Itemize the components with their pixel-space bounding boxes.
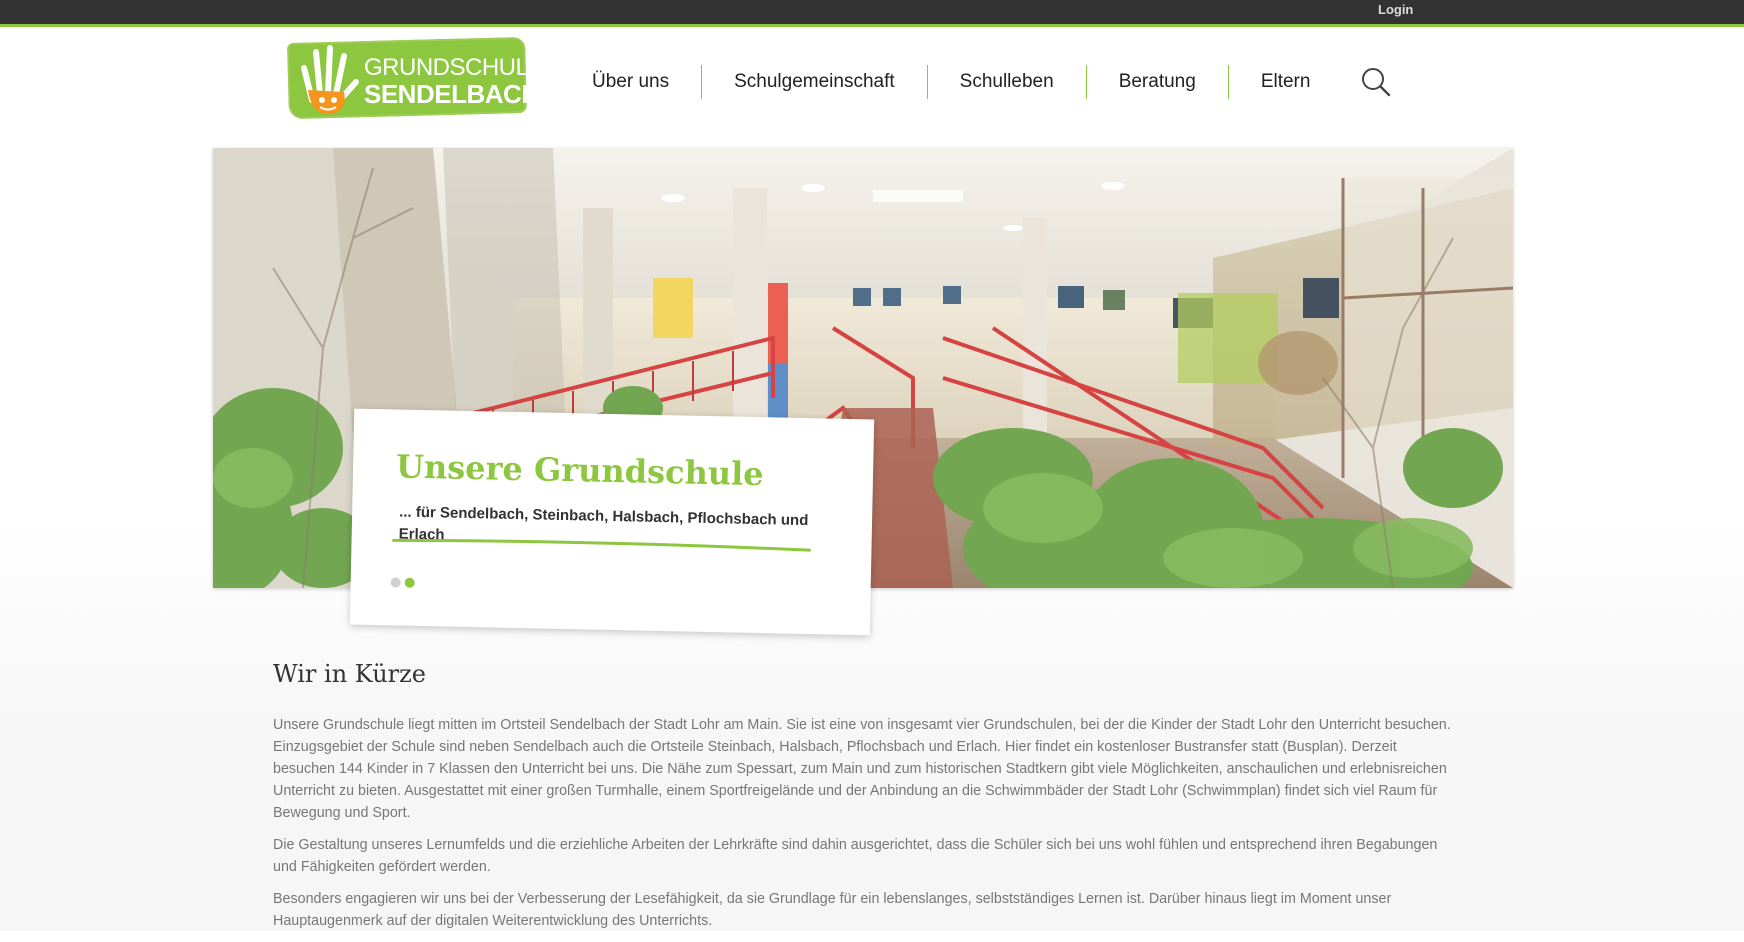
login-link[interactable]: Login xyxy=(1378,2,1413,17)
section-heading: Wir in Kürze xyxy=(273,660,426,688)
hand-icon xyxy=(301,45,359,115)
top-bar: Login xyxy=(0,0,1744,27)
nav-item-ueber-uns[interactable]: Über uns xyxy=(560,65,701,99)
intro-text: Unsere Grundschule liegt mitten im Ortst… xyxy=(273,714,1453,942)
intro-paragraph-3: Besonders engagieren wir uns bei der Ver… xyxy=(273,891,1392,929)
school-logo[interactable]: GRUNDSCHULE SENDELBACH xyxy=(287,36,544,120)
main-navigation: Über uns Schulgemeinschaft Schulleben Be… xyxy=(560,60,1342,104)
nav-item-eltern[interactable]: Eltern xyxy=(1227,65,1343,99)
slider-dot-1[interactable] xyxy=(390,577,401,588)
nav-item-schulleben[interactable]: Schulleben xyxy=(926,65,1086,99)
search-button[interactable] xyxy=(1360,66,1392,98)
nav-item-schulgemeinschaft[interactable]: Schulgemeinschaft xyxy=(701,65,927,99)
hero-title: Unsere Grundschule xyxy=(395,447,764,494)
slider-pagination xyxy=(390,577,415,588)
nav-item-beratung[interactable]: Beratung xyxy=(1085,65,1228,99)
intro-paragraph-2: Die Gestaltung unseres Lernumfelds und d… xyxy=(273,837,1438,875)
intro-paragraph-1: Unsere Grundschule liegt mitten im Ortst… xyxy=(273,717,1451,821)
hero-caption-card: Unsere Grundschule ... für Sendelbach, S… xyxy=(349,408,875,636)
logo-text-line1: GRUNDSCHULE xyxy=(364,54,544,81)
logo-text-line2: SENDELBACH xyxy=(364,79,540,109)
slider-dot-2[interactable] xyxy=(404,577,415,588)
search-icon xyxy=(1362,68,1391,97)
